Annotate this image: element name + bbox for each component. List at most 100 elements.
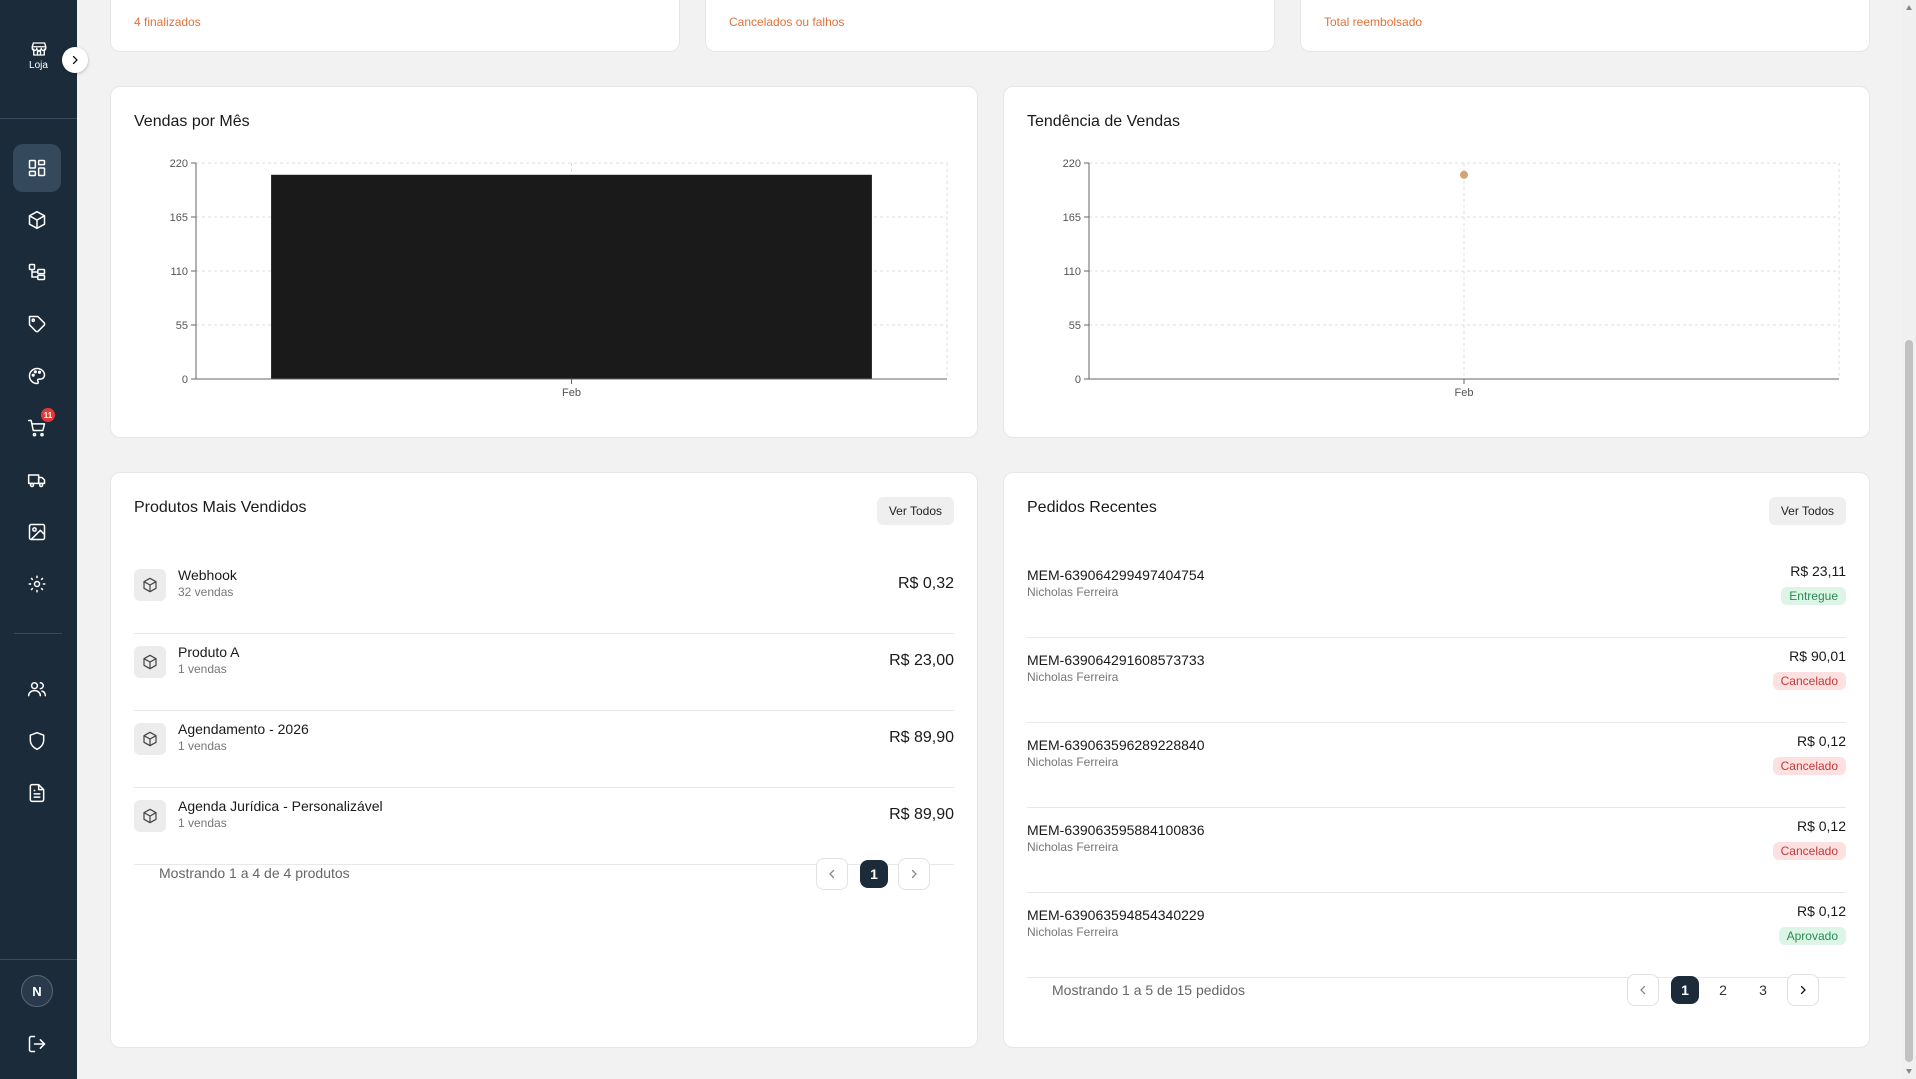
- x-tick-label: Feb: [562, 387, 581, 399]
- stat-card-completed: 4 finalizados: [110, 0, 680, 52]
- chevron-right-icon: [911, 869, 917, 879]
- users-icon: [27, 682, 47, 697]
- nav-coupons[interactable]: [13, 300, 61, 348]
- scroll-up-icon: [1906, 5, 1912, 10]
- nav-orders[interactable]: 11: [13, 404, 61, 452]
- order-row[interactable]: MEM-639064291608573733 Nicholas Ferreira…: [1027, 638, 1846, 723]
- product-thumb: [134, 723, 166, 755]
- product-name: Agenda Jurídica - Personalizável: [178, 798, 383, 814]
- order-price: R$ 23,11: [1790, 563, 1846, 579]
- orders-page-1[interactable]: 1: [1671, 976, 1699, 1004]
- status-badge: Aprovado: [1778, 927, 1846, 945]
- stat-note: Total reembolsado: [1324, 15, 1423, 29]
- status-badge: Cancelado: [1772, 842, 1846, 860]
- view-all-products-button[interactable]: Ver Todos: [876, 497, 954, 525]
- nav-users[interactable]: [13, 665, 61, 713]
- product-name: Webhook: [178, 567, 237, 583]
- y-tick-label: 0: [182, 374, 188, 386]
- logout-button[interactable]: [27, 1034, 47, 1059]
- chevron-right-icon: [1800, 985, 1806, 995]
- logout-icon: [28, 1035, 46, 1053]
- page-scrollbar[interactable]: [1902, 0, 1916, 1079]
- product-sales: 1 vendas: [178, 816, 227, 830]
- palette-icon: [28, 367, 46, 385]
- card-title: Produtos Mais Vendidos: [134, 499, 307, 516]
- gear-icon: [28, 575, 46, 593]
- shield-icon: [29, 731, 45, 751]
- product-row[interactable]: Produto A 1 vendas R$ 23,00: [134, 634, 954, 711]
- order-customer: Nicholas Ferreira: [1027, 840, 1119, 854]
- y-tick-label: 55: [1069, 320, 1081, 332]
- order-customer: Nicholas Ferreira: [1027, 670, 1119, 684]
- y-tick-label: 165: [170, 212, 188, 224]
- order-row[interactable]: MEM-639063595884100836 Nicholas Ferreira…: [1027, 808, 1846, 893]
- y-tick-label: 220: [170, 158, 188, 170]
- order-price: R$ 0,12: [1796, 818, 1846, 834]
- view-all-orders-button[interactable]: Ver Todos: [1768, 497, 1846, 525]
- status-badge: Entregue: [1781, 587, 1846, 605]
- y-tick-label: 110: [170, 266, 188, 278]
- nav-shipping[interactable]: [13, 456, 61, 504]
- product-sales: 32 vendas: [178, 585, 234, 599]
- nav-products[interactable]: [13, 196, 61, 244]
- avatar[interactable]: N: [21, 975, 53, 1007]
- product-price: R$ 23,00: [889, 652, 954, 669]
- nav-reports[interactable]: [13, 769, 61, 817]
- order-price: R$ 90,01: [1789, 648, 1846, 664]
- order-customer: Nicholas Ferreira: [1027, 755, 1119, 769]
- recent-orders-card: Pedidos Recentes Ver Todos MEM-639064299…: [1003, 472, 1870, 1048]
- y-tick-label: 110: [1063, 266, 1081, 278]
- sales-trend-card: Tendência de Vendas 0 55 110 165 220 Feb: [1003, 86, 1870, 438]
- order-row[interactable]: MEM-639063596289228840 Nicholas Ferreira…: [1027, 723, 1846, 808]
- card-title: Pedidos Recentes: [1027, 499, 1157, 516]
- orders-prev-page-button[interactable]: [1627, 974, 1659, 1006]
- sidebar: Loja 11 N: [0, 0, 77, 1079]
- product-name: Produto A: [178, 644, 240, 660]
- stat-card-refunded: Total reembolsado: [1300, 0, 1870, 52]
- sidebar-toggle-button[interactable]: [62, 47, 88, 73]
- nav-media[interactable]: [13, 508, 61, 556]
- products-next-page-button[interactable]: [898, 858, 930, 890]
- nav-security[interactable]: [13, 717, 61, 765]
- product-thumb: [134, 646, 166, 678]
- order-price: R$ 0,12: [1796, 903, 1846, 919]
- stat-note: Cancelados ou falhos: [729, 15, 845, 29]
- dashboard-icon: [28, 159, 46, 177]
- product-row[interactable]: Agenda Jurídica - Personalizável 1 venda…: [134, 788, 954, 865]
- y-tick-label: 0: [1075, 374, 1081, 386]
- sales-line-chart: 0 55 110 165 220 Feb: [1063, 158, 1840, 399]
- products-pagination-text: Mostrando 1 a 4 de 4 produtos: [159, 865, 350, 881]
- orders-pagination-text: Mostrando 1 a 5 de 15 pedidos: [1052, 982, 1246, 998]
- status-badge: Cancelado: [1772, 757, 1846, 775]
- orders-page-3[interactable]: 3: [1747, 974, 1779, 1006]
- x-tick-label: Feb: [1455, 387, 1474, 399]
- data-point: [1460, 170, 1468, 179]
- stat-card-cancelled: Cancelados ou falhos: [705, 0, 1275, 52]
- nav-categories[interactable]: [13, 248, 61, 296]
- truck-icon: [27, 474, 46, 488]
- product-row[interactable]: Webhook 32 vendas R$ 0,32: [134, 557, 954, 634]
- box-icon: [143, 577, 157, 593]
- products-page-1[interactable]: 1: [860, 860, 888, 888]
- product-thumb: [134, 569, 166, 601]
- order-id: MEM-639064299497404754: [1027, 567, 1205, 583]
- products-prev-page-button[interactable]: [816, 858, 848, 890]
- nav-dashboard[interactable]: [13, 144, 61, 192]
- image-icon: [28, 523, 46, 541]
- product-price: R$ 89,90: [889, 729, 954, 746]
- store-icon: [31, 42, 46, 56]
- sidebar-divider: [0, 118, 77, 119]
- box-icon: [143, 731, 157, 747]
- nav-settings[interactable]: [13, 560, 61, 608]
- nav-appearance[interactable]: [13, 352, 61, 400]
- product-sales: 1 vendas: [178, 739, 227, 753]
- orders-next-page-button[interactable]: [1787, 974, 1819, 1006]
- product-row[interactable]: Agendamento - 2026 1 vendas R$ 89,90: [134, 711, 954, 788]
- product-sales: 1 vendas: [178, 662, 227, 676]
- chevron-left-icon: [829, 869, 835, 879]
- stat-note: 4 finalizados: [134, 15, 201, 29]
- order-row[interactable]: MEM-639063594854340229 Nicholas Ferreira…: [1027, 893, 1846, 978]
- orders-page-2[interactable]: 2: [1707, 974, 1739, 1006]
- scroll-thumb[interactable]: [1905, 340, 1913, 1062]
- order-row[interactable]: MEM-639064299497404754 Nicholas Ferreira…: [1027, 553, 1846, 638]
